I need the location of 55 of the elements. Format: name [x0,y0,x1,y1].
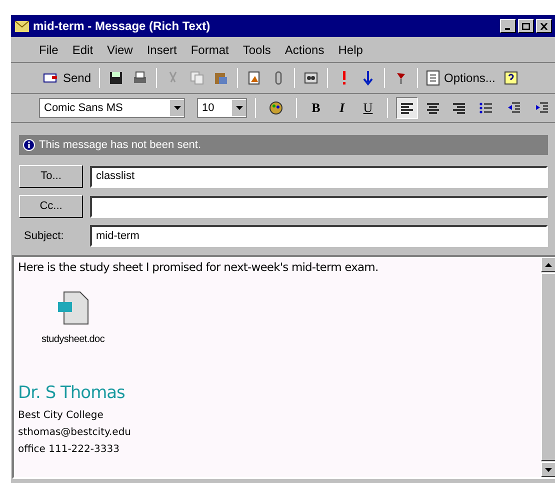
underline-button[interactable]: U [357,98,379,118]
dropdown-arrow-icon [174,106,180,110]
input-field[interactable] [90,196,548,218]
field-label: Subject: [23,228,65,244]
signature-line: Best City College [18,408,104,423]
help-icon[interactable] [503,70,520,86]
align-right-icon [451,100,467,116]
recipient-button[interactable]: Cc... [19,195,83,218]
input-field[interactable]: classlist [90,166,548,188]
menu-item[interactable]: Edit [72,40,94,58]
scrollbar[interactable] [541,257,555,477]
align-left-icon [399,100,415,116]
signature-line: sthomas@bestcity.edu [18,426,132,440]
menu-item[interactable]: Insert [146,40,177,58]
menu-item[interactable]: Tools [242,40,271,58]
window-title: mid-term - Message (Rich Text) [33,18,210,35]
menu-item[interactable]: File [39,40,58,58]
printer-icon[interactable] [132,70,148,86]
increase-indent-icon[interactable] [534,100,550,116]
options-button[interactable]: Options... [422,69,500,87]
dropdown-arrow-icon [236,106,242,110]
document-icon [426,70,440,86]
decrease-indent-icon[interactable] [506,100,522,116]
input-field[interactable]: mid-term [90,225,548,247]
menu-item[interactable]: View [107,40,133,58]
maximize-icon [522,22,530,30]
minimize-button[interactable] [500,19,516,33]
info-icon [23,139,35,151]
close-icon [540,22,548,30]
bullet-list-icon[interactable] [478,100,494,116]
font-dropdown[interactable]: Comic Sans MS [39,98,185,118]
send-button[interactable]: Send [39,69,96,87]
align-center-icon [425,100,441,116]
menu-item[interactable]: Help [338,40,363,58]
close-button[interactable] [536,19,552,33]
signature-name: Dr. S Thomas [18,382,126,406]
align-button[interactable] [396,97,418,119]
envelope-icon [43,72,59,84]
maximize-button[interactable] [518,19,534,33]
clipboard-icon[interactable] [213,70,230,86]
body-text: Here is the study sheet I promised for next-week's mid-term exam. [18,259,380,276]
recipient-button[interactable]: To... [19,165,83,188]
envelope-icon [15,20,29,32]
info-text: This message has not been sent. [39,138,202,153]
font-size-dropdown[interactable]: 10 [197,98,247,118]
signature-line: office 111-222-3333 [18,442,120,457]
scroll-up-icon [545,262,552,266]
bold-button[interactable]: B [305,98,327,118]
attachment-name[interactable]: studysheet.doc [41,332,105,348]
document-icon[interactable] [56,290,90,326]
menu-item[interactable]: Actions [284,40,324,58]
menu-item[interactable]: Format [190,40,229,58]
italic-button[interactable]: I [331,98,353,118]
palette-icon[interactable] [268,100,284,116]
scroll-down-icon [545,468,552,472]
